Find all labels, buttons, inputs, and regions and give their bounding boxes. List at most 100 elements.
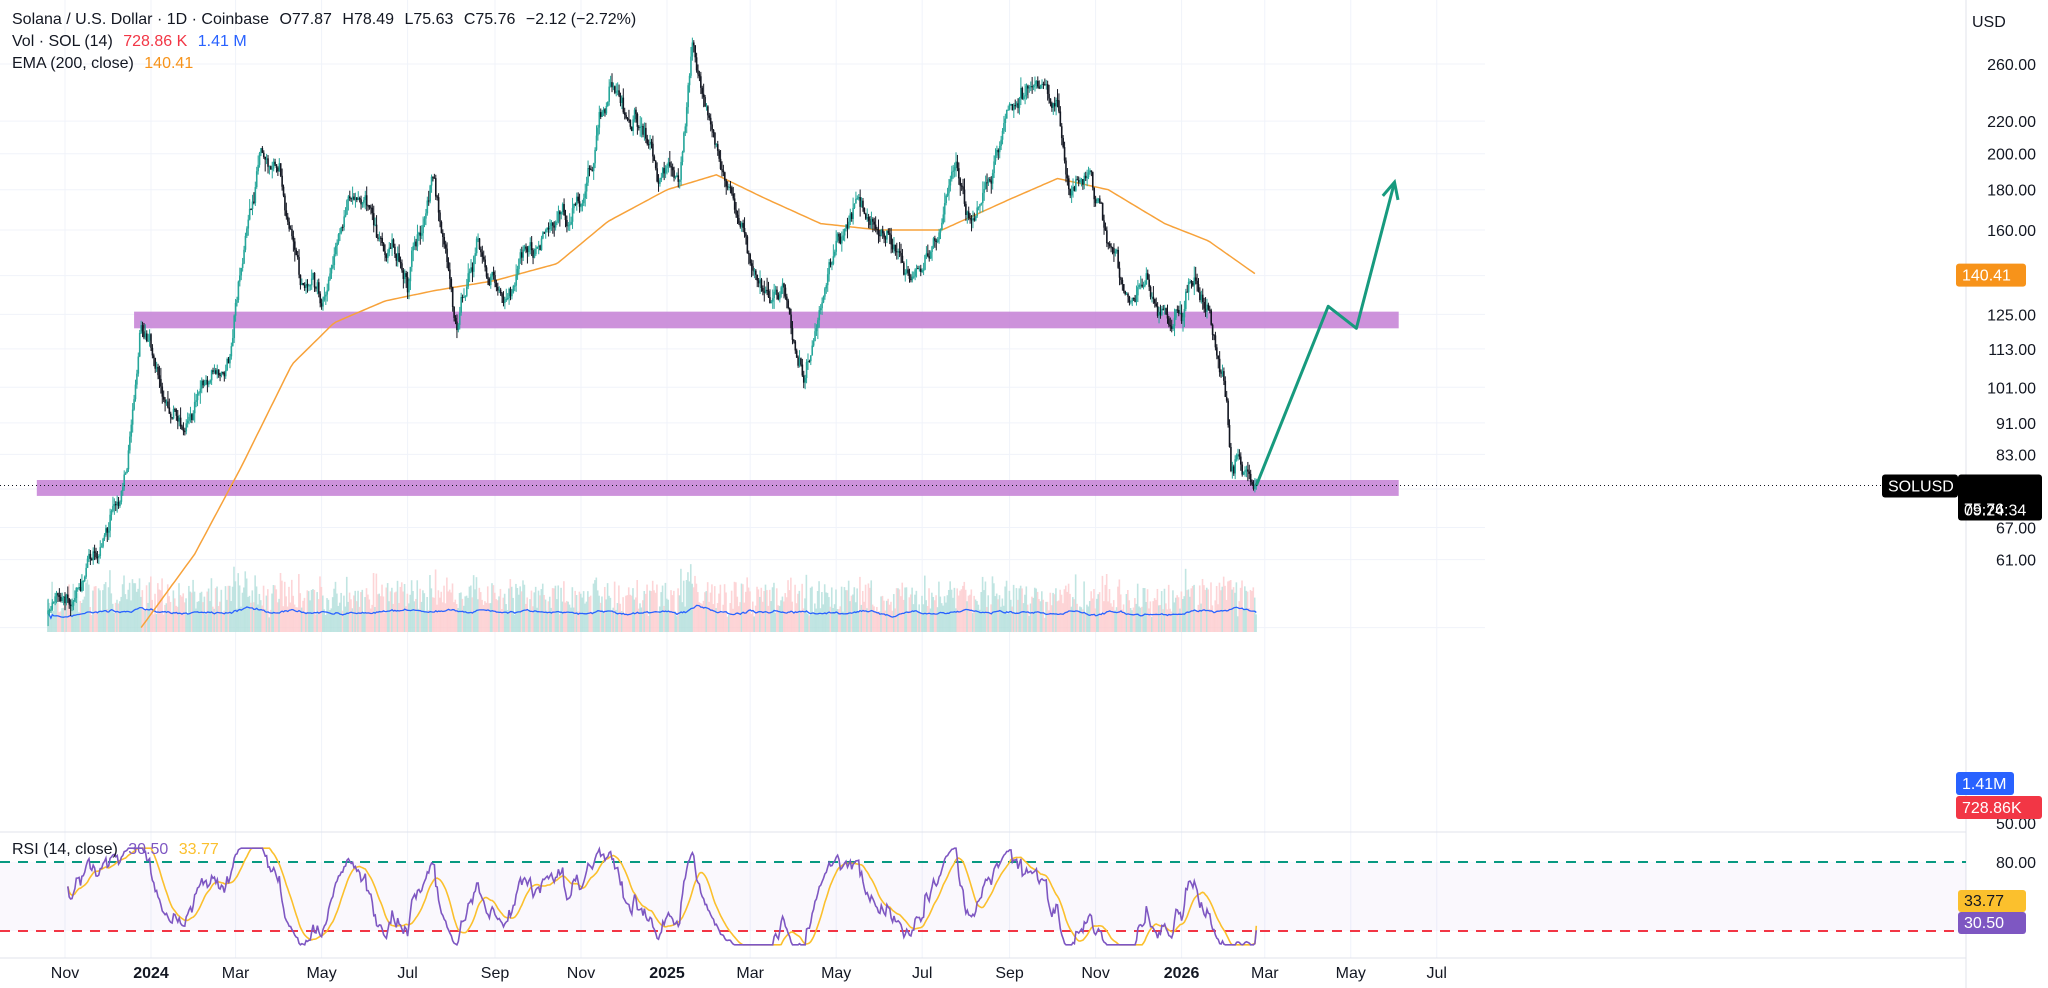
volume-bar	[333, 588, 335, 632]
candle	[656, 162, 658, 183]
candle	[310, 269, 313, 290]
time-axis-label: Mar	[736, 965, 764, 982]
candle-body	[824, 288, 826, 297]
candle-body	[996, 149, 998, 156]
volume-bar	[1055, 588, 1057, 632]
candle-body	[157, 366, 159, 376]
candle	[1096, 197, 1098, 204]
chart-canvas[interactable]: 260.00220.00200.00180.00160.00125.00113.…	[0, 0, 2048, 988]
time-axis-label: May	[821, 965, 851, 982]
candle-body	[794, 341, 797, 351]
candle	[1046, 80, 1049, 101]
candle-body	[195, 400, 197, 402]
candle-body	[119, 501, 121, 506]
candle-body	[399, 261, 402, 264]
candle-body	[447, 262, 450, 270]
volume-bar	[694, 575, 696, 632]
volume-bar	[1210, 582, 1212, 632]
volume-bar	[774, 612, 777, 632]
candle-body	[708, 115, 711, 118]
candle-body	[939, 229, 942, 233]
candle-body	[1173, 317, 1176, 327]
candle-body	[921, 270, 923, 272]
candle-body	[584, 191, 587, 199]
candle-body	[178, 417, 180, 422]
candle	[95, 547, 97, 560]
candle-body	[212, 370, 214, 372]
candle-body	[402, 270, 405, 279]
candle	[608, 79, 610, 106]
candle	[93, 544, 96, 561]
volume-bar	[1080, 607, 1083, 632]
volume-bar	[609, 597, 612, 632]
volume-bar	[408, 603, 410, 632]
candle-body	[694, 45, 696, 58]
candle	[1121, 277, 1124, 291]
candle	[702, 83, 705, 108]
candle-body	[299, 274, 302, 286]
candle	[157, 363, 159, 380]
candle	[504, 296, 506, 310]
candle-body	[316, 282, 319, 289]
candle-body	[415, 241, 417, 247]
candle	[711, 121, 713, 138]
candle-body	[374, 224, 376, 226]
candle	[1247, 461, 1249, 482]
grid-lines	[0, 0, 1485, 958]
candle	[958, 162, 960, 185]
candle	[653, 154, 656, 162]
volume-bar	[48, 602, 51, 632]
candle	[85, 563, 87, 579]
candle-body	[542, 232, 544, 239]
volume-bar	[444, 603, 447, 632]
candle	[1165, 307, 1167, 315]
candle	[126, 467, 128, 474]
volume-bar	[603, 586, 606, 632]
candle	[670, 161, 673, 177]
volume-bar	[622, 597, 624, 632]
candle-body	[55, 593, 58, 597]
candle-body	[750, 263, 753, 267]
volume-bar	[942, 605, 944, 632]
volume-bar	[450, 592, 452, 632]
candle-body	[942, 214, 945, 223]
candle-body	[130, 424, 133, 437]
volume-bar	[602, 612, 605, 632]
candle	[927, 244, 929, 258]
candle	[993, 155, 995, 179]
candle-body	[224, 370, 227, 377]
candle	[444, 240, 447, 254]
candle	[755, 269, 757, 281]
volume-bar	[1132, 607, 1135, 632]
candle	[184, 427, 186, 436]
candle	[219, 372, 221, 382]
time-axis-label: May	[1336, 965, 1366, 982]
candle-body	[1108, 243, 1111, 247]
volume-bar	[312, 589, 314, 632]
candle-body	[74, 598, 76, 602]
candle-body	[592, 163, 595, 172]
candle-body	[1244, 470, 1246, 473]
candle	[484, 255, 486, 272]
candle-body	[231, 338, 234, 347]
candle	[246, 226, 248, 239]
volume-bar	[840, 586, 843, 632]
candle-body	[997, 149, 1000, 153]
candle-body	[819, 308, 822, 311]
currency-label[interactable]: USD	[1972, 14, 2006, 32]
candle-body	[482, 256, 485, 260]
candle	[131, 403, 134, 433]
candle-body	[525, 246, 527, 249]
candle	[292, 230, 295, 252]
candle-body	[511, 292, 513, 297]
volume-bar	[697, 592, 699, 632]
candle-body	[1036, 80, 1039, 87]
candle	[440, 220, 443, 234]
candle	[684, 123, 687, 137]
candle	[544, 228, 547, 239]
candle-body	[1044, 84, 1046, 86]
candle-body	[570, 221, 572, 225]
candle-body	[301, 282, 303, 286]
volume-bar	[138, 578, 141, 632]
candle-body	[574, 204, 577, 206]
